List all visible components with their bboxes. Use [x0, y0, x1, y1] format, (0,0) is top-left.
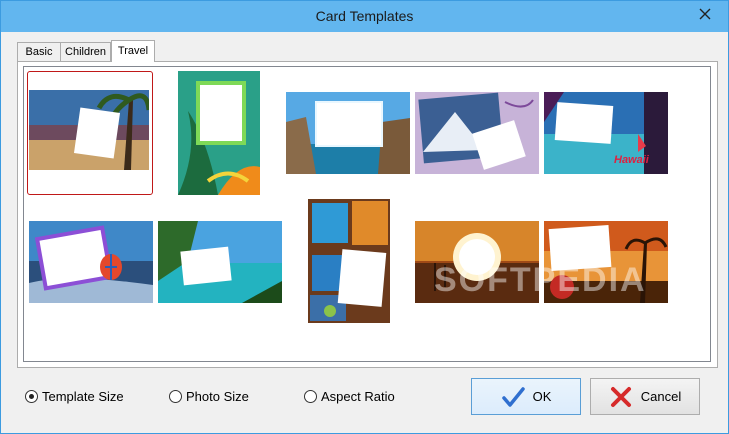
ok-button[interactable]: OK — [471, 378, 581, 415]
template-arch-rock-coast[interactable] — [286, 92, 410, 174]
radio-unchecked-icon — [169, 389, 182, 403]
cancel-button-label: Cancel — [640, 389, 682, 404]
tab-basic[interactable]: Basic — [17, 42, 61, 61]
radio-checked-icon — [25, 389, 38, 403]
checkmark-icon — [501, 386, 525, 407]
template-palm-beach[interactable] — [29, 90, 149, 170]
tab-panel: Hawaii SOFTPEDIA — [17, 61, 718, 368]
template-tropical-leaves[interactable] — [178, 71, 260, 195]
cancel-button[interactable]: Cancel — [590, 378, 700, 415]
radio-unchecked-icon — [304, 389, 317, 403]
option-aspect-ratio-label: Aspect Ratio — [321, 388, 395, 404]
watermark-text: SOFTPEDIA — [434, 261, 647, 299]
tab-children[interactable]: Children — [60, 42, 111, 61]
template-hot-air-balloon[interactable] — [29, 221, 153, 303]
cancel-x-icon — [610, 386, 631, 407]
template-beach-collage[interactable] — [308, 199, 390, 323]
close-button[interactable] — [692, 4, 718, 24]
template-lagoon-island[interactable] — [158, 221, 282, 303]
template-hawaii-sunset[interactable]: Hawaii — [544, 92, 668, 174]
close-icon — [699, 8, 711, 20]
template-snow-mountain[interactable] — [415, 92, 539, 174]
window-title: Card Templates — [315, 8, 414, 24]
option-aspect-ratio[interactable]: Aspect Ratio — [304, 388, 395, 404]
hawaii-label: Hawaii — [614, 154, 649, 166]
option-template-size[interactable]: Template Size — [25, 388, 124, 404]
card-templates-window: Card Templates Basic Children Travel Haw… — [0, 0, 729, 434]
option-photo-size-label: Photo Size — [186, 388, 249, 404]
option-photo-size[interactable]: Photo Size — [169, 388, 249, 404]
option-template-size-label: Template Size — [42, 388, 124, 404]
title-bar[interactable]: Card Templates — [1, 1, 728, 32]
ok-button-label: OK — [532, 389, 552, 404]
template-gallery: Hawaii SOFTPEDIA — [23, 66, 711, 362]
tab-travel[interactable]: Travel — [111, 40, 155, 62]
